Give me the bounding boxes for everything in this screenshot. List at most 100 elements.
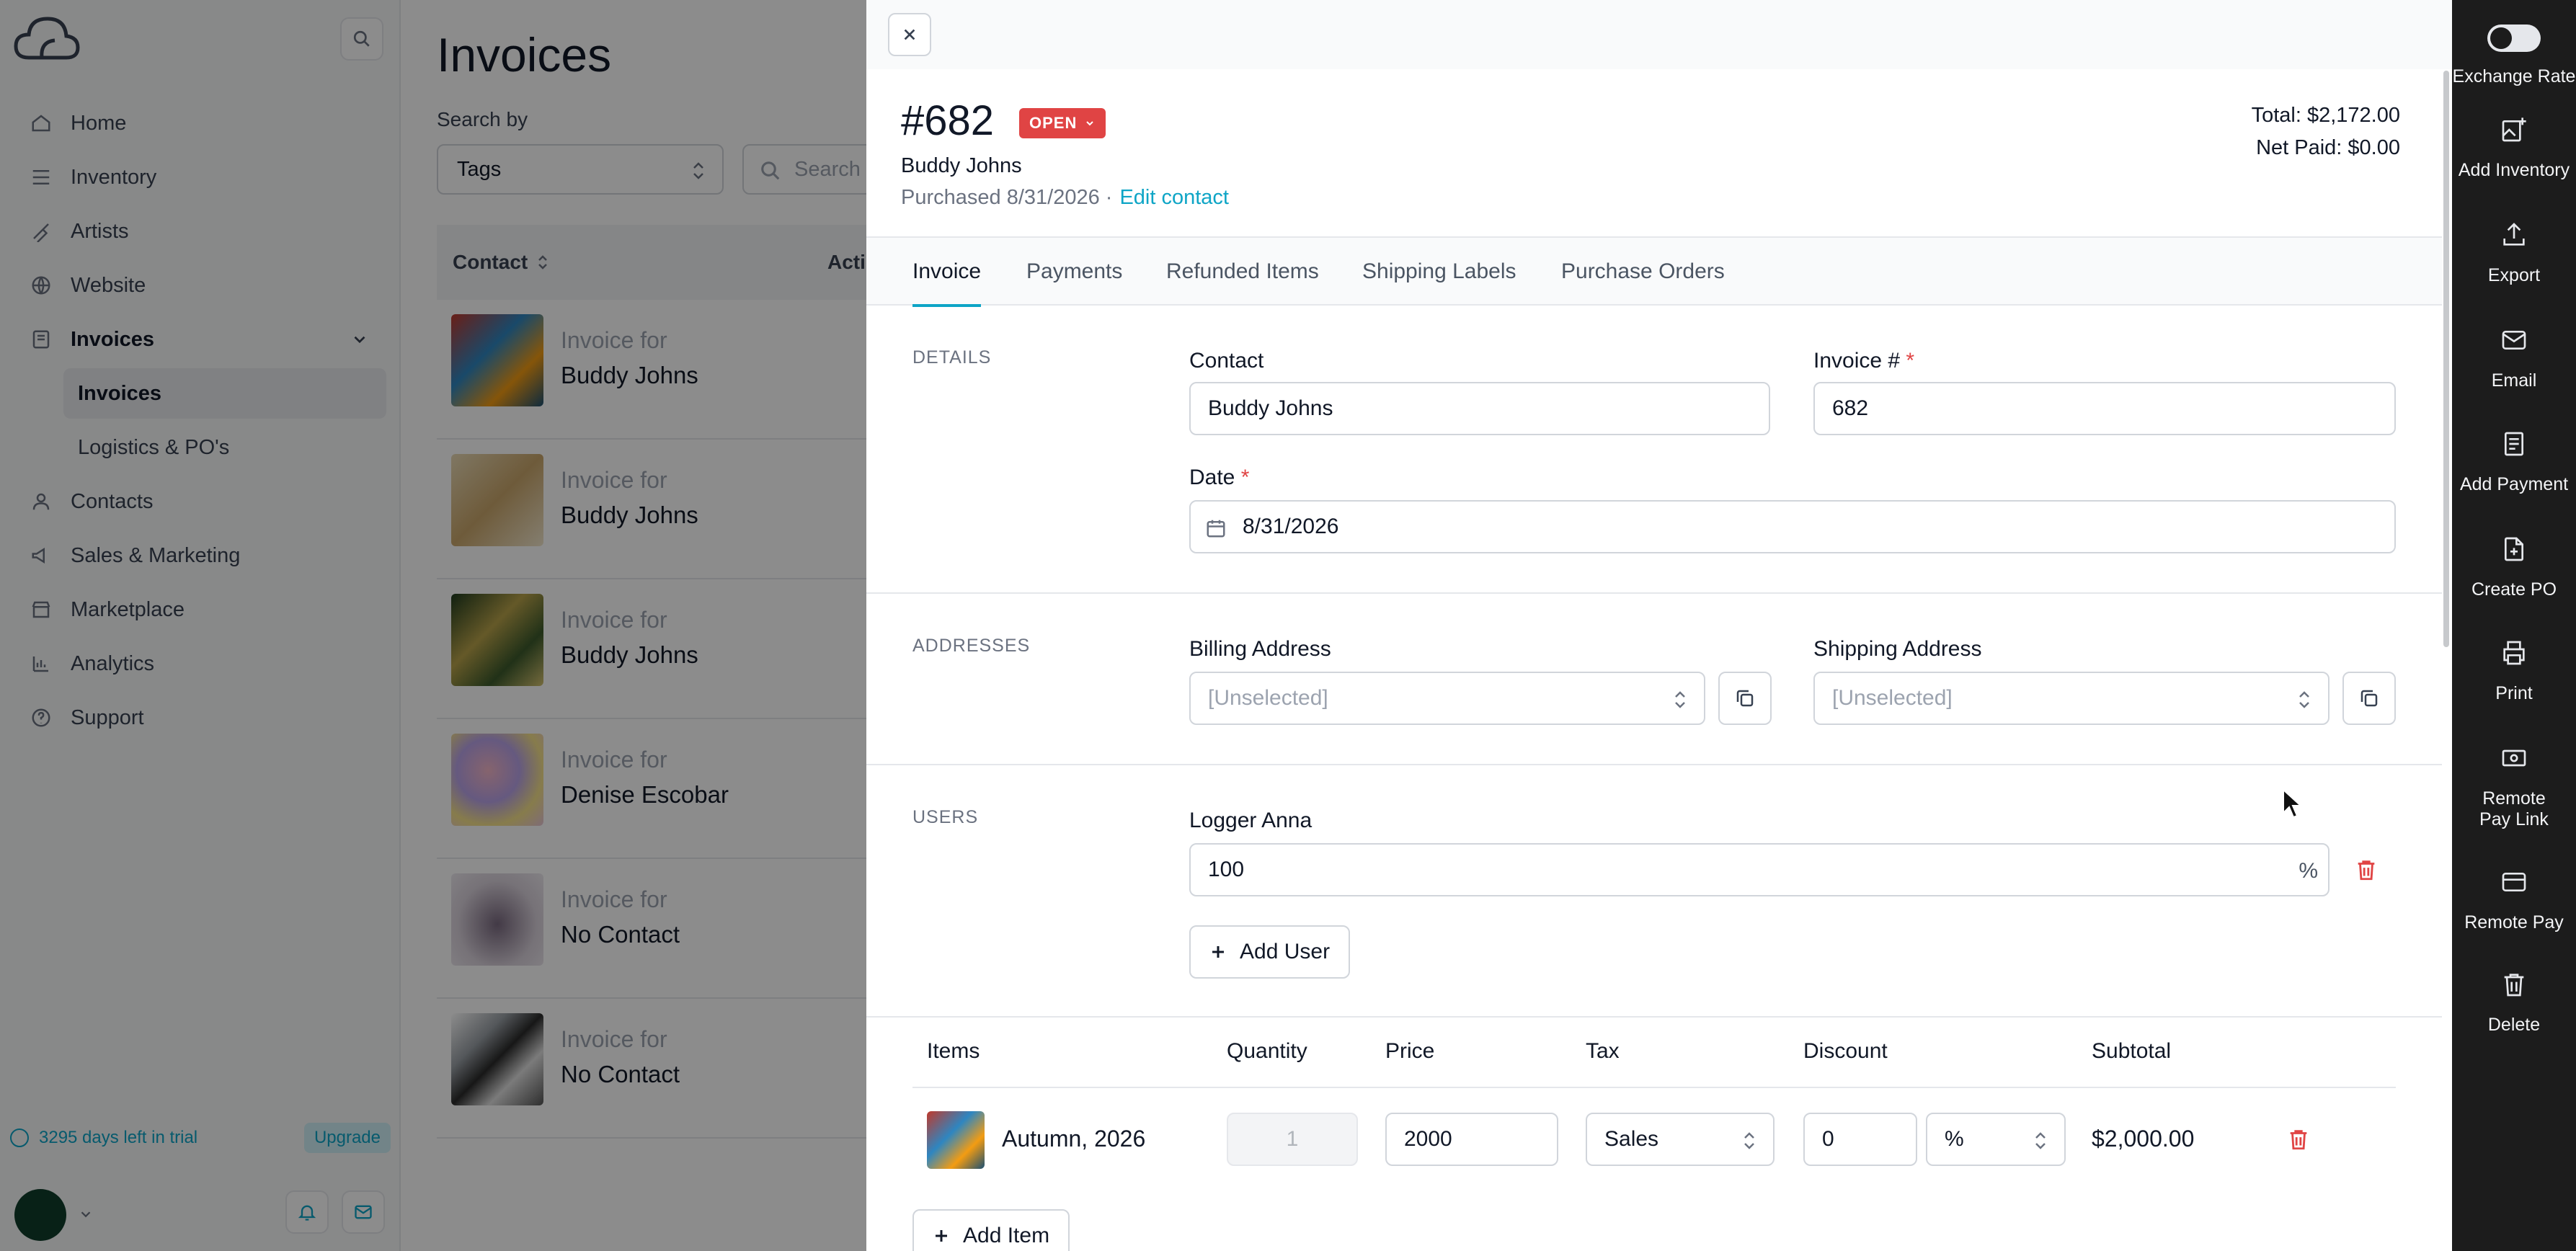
field-value: 0: [1822, 1127, 1834, 1151]
date-field[interactable]: 8/31/2026: [1189, 500, 2396, 553]
remote-pay-button[interactable]: Remote Pay: [2452, 868, 2576, 933]
contact-label: Contact: [1189, 349, 1263, 373]
label-text: Contact: [1189, 349, 1264, 373]
card-icon: [2502, 873, 2526, 891]
edit-contact-link[interactable]: Edit contact: [1119, 186, 1229, 210]
delete-item-icon[interactable]: [2286, 1127, 2311, 1152]
rail-label: Print: [2495, 683, 2533, 703]
rail-label: Remote Pay: [2464, 912, 2564, 932]
price-field[interactable]: 2000: [1385, 1113, 1558, 1166]
plus-icon: [1212, 946, 1224, 958]
percent-unit: %: [2299, 859, 2318, 883]
add-user-button[interactable]: Add User: [1189, 925, 1351, 979]
select-value: Sales: [1604, 1127, 1659, 1151]
rail-label: Remote Pay Link: [2479, 788, 2549, 829]
add-item-button[interactable]: Add Item: [912, 1209, 1070, 1251]
tab-refunded-items[interactable]: Refunded Items: [1166, 238, 1319, 306]
button-label: Add Item: [963, 1224, 1050, 1247]
date-label: Date *: [1189, 466, 1249, 490]
drawer-tabs: Invoice Payments Refunded Items Shipping…: [866, 236, 2442, 307]
invoice-contact-name: Buddy Johns: [901, 154, 1022, 177]
close-icon: [904, 29, 915, 40]
field-value: 8/31/2026: [1243, 515, 1339, 538]
tab-invoice[interactable]: Invoice: [912, 238, 982, 307]
user-name-label: Logger Anna: [1189, 809, 1313, 832]
export-icon: [2503, 223, 2525, 246]
select-value: [Unselected]: [1832, 686, 1953, 710]
rail-label: Delete: [2487, 1015, 2541, 1035]
add-inventory-button[interactable]: Add Inventory: [2452, 115, 2576, 181]
rail-label: Add Inventory: [2458, 160, 2570, 180]
create-po-icon: [2505, 537, 2523, 561]
addresses-section: ADDRESSES Billing Address [Unselected] S…: [866, 594, 2442, 765]
subtotal-header: Subtotal: [2092, 1039, 2172, 1063]
select-value: [Unselected]: [1208, 686, 1328, 710]
invoice-number: #682: [901, 97, 995, 144]
copy-billing-address-button[interactable]: [1718, 672, 1772, 725]
export-button[interactable]: Export: [2452, 221, 2576, 286]
billing-address-select[interactable]: [Unselected]: [1189, 672, 1705, 725]
add-image-icon: [2502, 117, 2526, 142]
tab-purchase-orders[interactable]: Purchase Orders: [1561, 238, 1725, 306]
invoice-drawer: #682 OPEN Buddy Johns Purchased 8/31/202…: [866, 0, 2452, 1251]
purchase-date: Purchased 8/31/2026 ·: [901, 186, 1113, 209]
drawer-scrollbar[interactable]: [2443, 71, 2449, 647]
field-value: 100: [1208, 858, 1245, 881]
purchase-info: Purchased 8/31/2026 · Edit contact: [901, 186, 1229, 210]
updown-icon: [1744, 1132, 1754, 1149]
mail-icon: [2502, 331, 2526, 350]
invoice-totals: Total: $2,172.00 Net Paid: $0.00: [2252, 99, 2400, 164]
updown-icon: [2299, 691, 2309, 708]
delete-user-icon[interactable]: [2354, 858, 2379, 882]
modal-backdrop[interactable]: [0, 0, 866, 1251]
billing-address-label: Billing Address: [1189, 637, 1331, 661]
updown-icon: [1675, 691, 1685, 708]
invoice-number-label: Invoice # *: [1813, 349, 1914, 373]
rail-label: Exchange Rate: [2452, 66, 2576, 86]
tab-payments[interactable]: Payments: [1026, 238, 1122, 306]
plus-icon: [936, 1230, 947, 1242]
users-section: USERS Logger Anna 100 % Add User: [866, 765, 2442, 1018]
total-amount: Total: $2,172.00: [2251, 104, 2400, 127]
delete-button[interactable]: Delete: [2452, 970, 2576, 1036]
details-section: DETAILS Contact Buddy Johns Invoice # * …: [866, 307, 2442, 594]
field-value: 1: [1286, 1127, 1299, 1151]
copy-shipping-address-button[interactable]: [2342, 672, 2396, 725]
status-badge[interactable]: OPEN: [1019, 108, 1106, 138]
action-rail: Exchange Rate Add Inventory Export Email…: [2452, 0, 2576, 1251]
tax-select[interactable]: Sales: [1586, 1113, 1775, 1166]
field-value: 2000: [1404, 1127, 1452, 1151]
close-button[interactable]: [888, 13, 931, 56]
add-payment-button[interactable]: Add Payment: [2452, 429, 2576, 495]
shipping-address-label: Shipping Address: [1813, 637, 1982, 661]
quantity-field: 1: [1227, 1113, 1358, 1166]
discount-header: Discount: [1803, 1039, 1888, 1063]
chevron-down-icon: [1086, 121, 1094, 126]
invoice-number-field[interactable]: 682: [1813, 382, 2396, 435]
remote-pay-link-button[interactable]: Remote Pay Link: [2452, 744, 2576, 830]
updown-icon: [2035, 1132, 2046, 1149]
rail-label: Export: [2487, 265, 2541, 285]
exchange-rate-toggle[interactable]: Exchange Rate: [2452, 25, 2576, 87]
rail-label: Add Payment: [2459, 474, 2569, 494]
button-label: Add User: [1240, 940, 1331, 963]
receipt-icon: [2505, 432, 2523, 456]
tab-shipping-labels[interactable]: Shipping Labels: [1362, 238, 1516, 306]
item-name: Autumn, 2026: [1002, 1126, 1146, 1152]
user-commission-field[interactable]: 100 %: [1189, 843, 2329, 896]
discount-field[interactable]: 0: [1803, 1113, 1917, 1166]
divider: [912, 1087, 2396, 1088]
discount-type-select[interactable]: %: [1926, 1113, 2066, 1166]
create-po-button[interactable]: Create PO: [2452, 535, 2576, 600]
shipping-address-select[interactable]: [Unselected]: [1813, 672, 2329, 725]
rail-label: Email: [2491, 370, 2537, 391]
email-button[interactable]: Email: [2452, 326, 2576, 391]
contact-field[interactable]: Buddy Johns: [1189, 382, 1770, 435]
required-mark: *: [1240, 466, 1250, 489]
select-value: %: [1945, 1127, 1964, 1151]
print-button[interactable]: Print: [2452, 638, 2576, 704]
cash-icon: [2502, 749, 2526, 767]
printer-icon: [2503, 641, 2525, 665]
toggle-icon[interactable]: [2487, 25, 2541, 52]
field-value: Buddy Johns: [1208, 396, 1333, 420]
